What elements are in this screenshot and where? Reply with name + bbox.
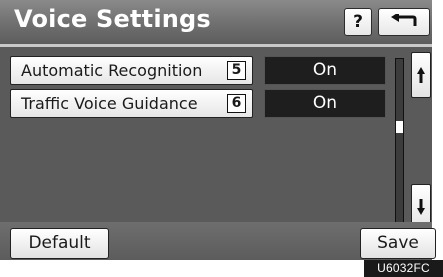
header-divider bbox=[0, 44, 432, 47]
header-bar: Voice Settings ? bbox=[0, 0, 432, 44]
setting-automatic-recognition-value[interactable]: On bbox=[264, 56, 386, 85]
setting-automatic-recognition-button[interactable]: Automatic Recognition 5 bbox=[10, 56, 253, 85]
setting-traffic-voice-guidance-value[interactable]: On bbox=[264, 89, 386, 118]
scrollbar-thumb[interactable] bbox=[396, 121, 403, 133]
scroll-up-icon bbox=[417, 67, 425, 83]
scrollbar-track[interactable] bbox=[395, 58, 404, 238]
scroll-down-icon bbox=[417, 199, 425, 215]
setting-label: Automatic Recognition bbox=[21, 61, 203, 80]
back-button[interactable] bbox=[378, 8, 430, 36]
reference-number-badge: 6 bbox=[227, 94, 246, 113]
default-button[interactable]: Default bbox=[10, 228, 109, 259]
save-button[interactable]: Save bbox=[360, 228, 436, 259]
help-button[interactable]: ? bbox=[344, 8, 372, 36]
setting-traffic-voice-guidance-button[interactable]: Traffic Voice Guidance 6 bbox=[10, 89, 253, 118]
help-label: ? bbox=[353, 12, 363, 32]
back-arrow-icon bbox=[391, 14, 417, 26]
setting-label: Traffic Voice Guidance bbox=[21, 94, 198, 113]
voice-settings-screen: Voice Settings ? Automatic Recognition 5… bbox=[0, 0, 432, 260]
figure-code: U6032FC bbox=[364, 260, 443, 277]
reference-number-badge: 5 bbox=[227, 61, 246, 80]
scroll-up-button[interactable] bbox=[411, 52, 431, 98]
page-title: Voice Settings bbox=[14, 5, 211, 33]
